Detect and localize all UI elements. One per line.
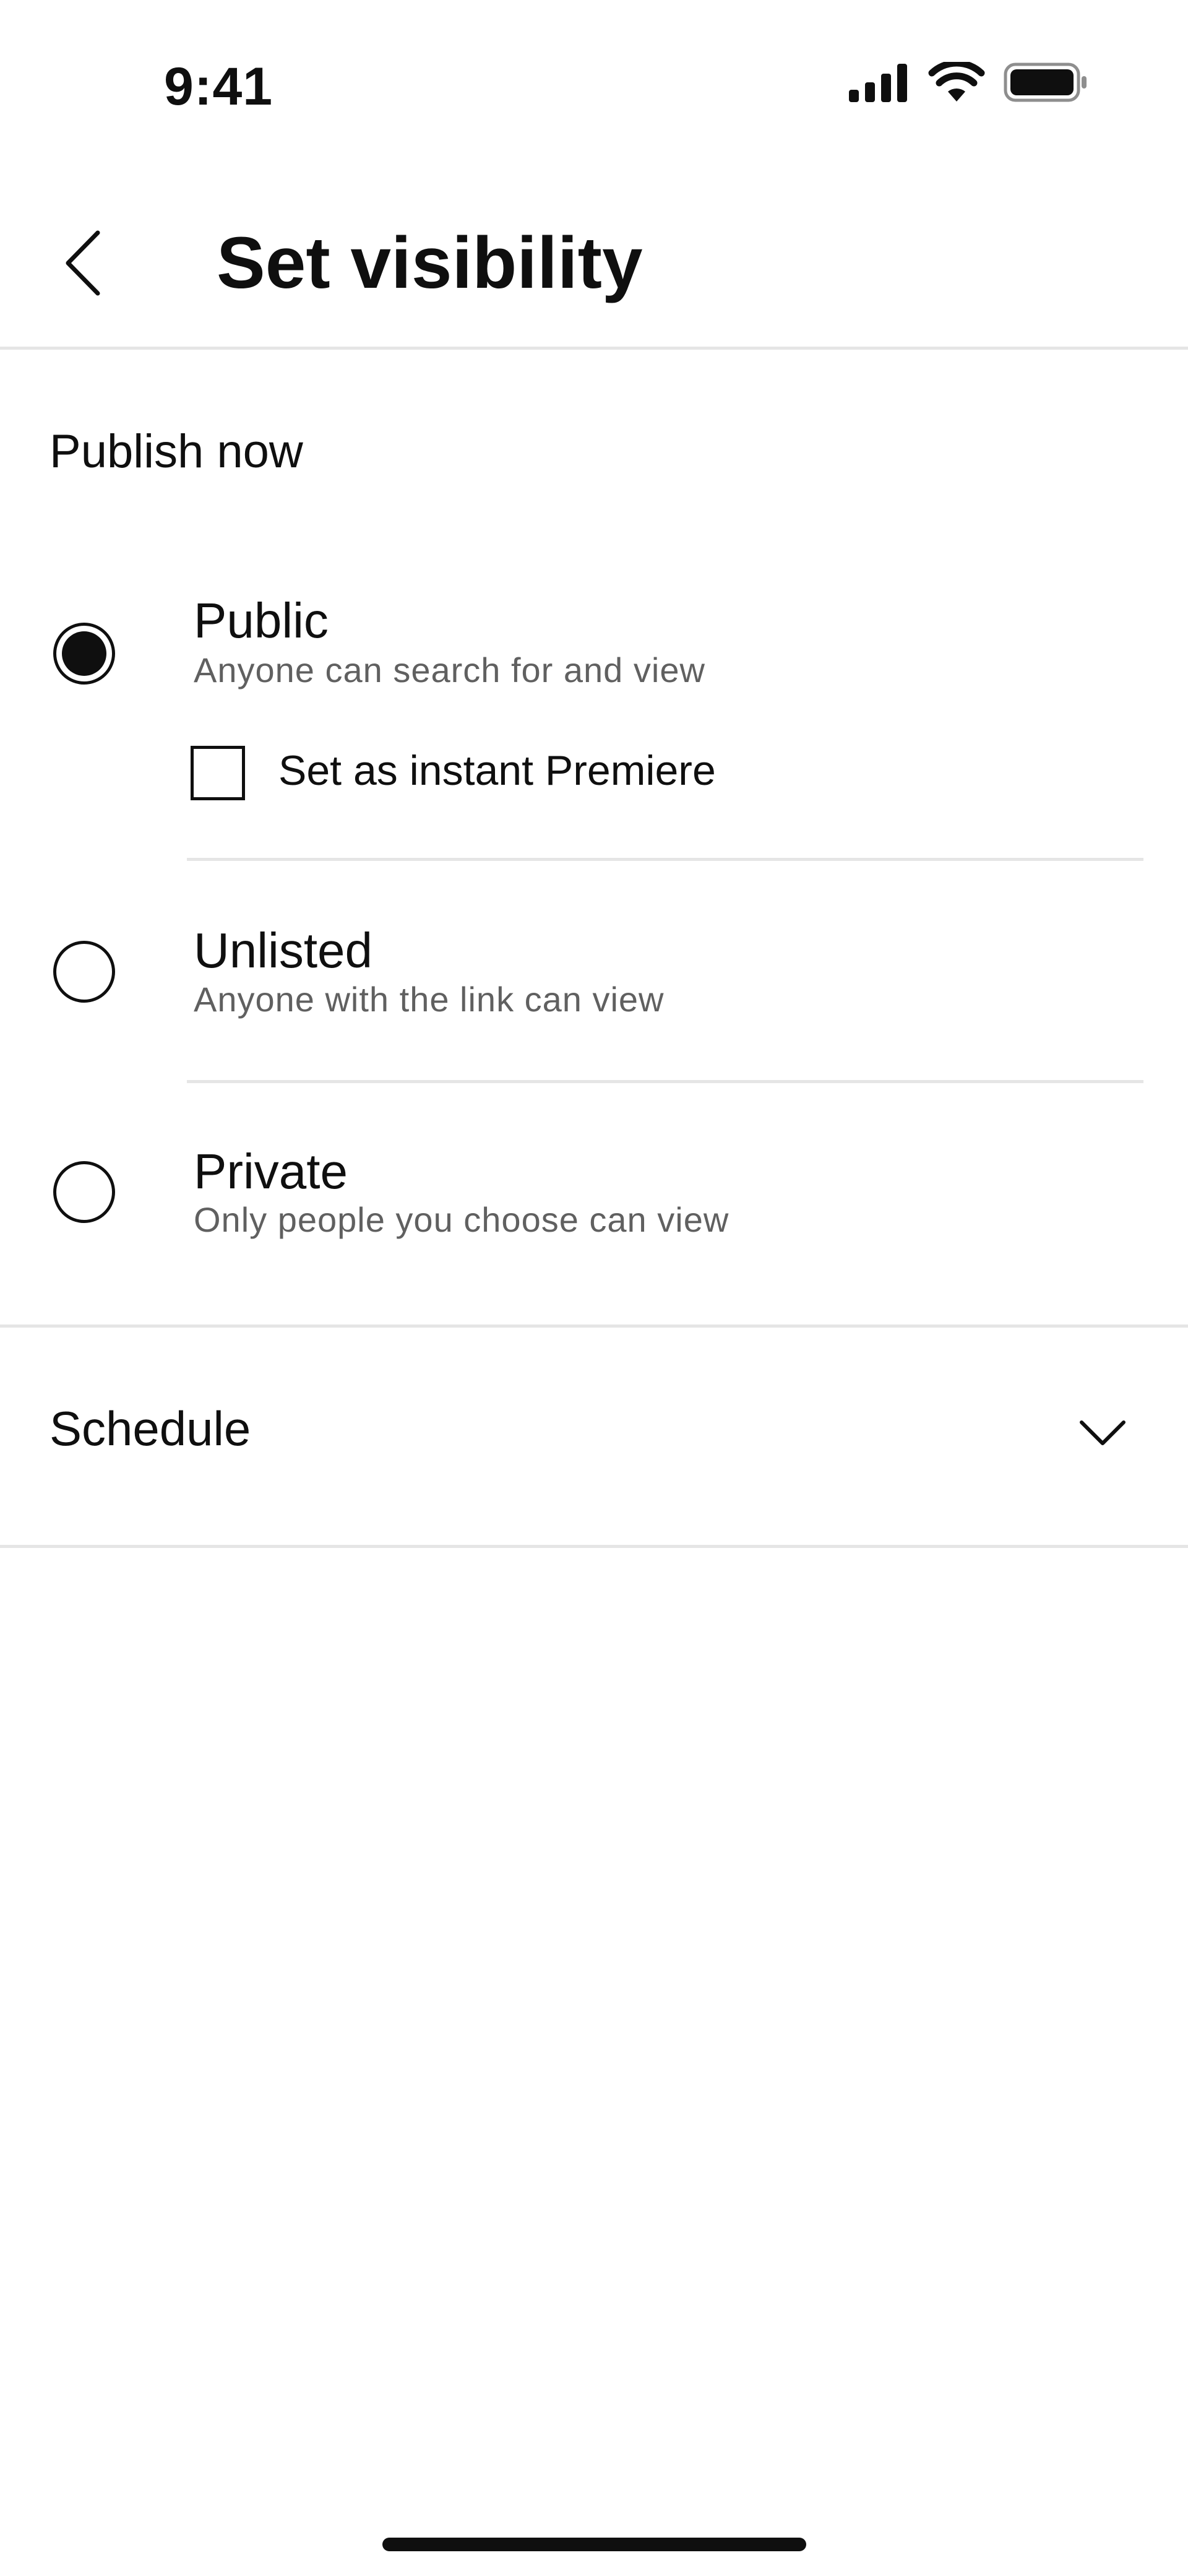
back-button[interactable] [50, 220, 118, 306]
battery-icon [1004, 63, 1087, 102]
option-divider [187, 858, 1143, 861]
schedule-label: Schedule [50, 1401, 251, 1456]
status-icons [848, 62, 1088, 103]
option-title-private: Private [194, 1144, 348, 1199]
wifi-icon [928, 62, 985, 102]
radio-private[interactable] [53, 1161, 115, 1223]
option-title-public: Public [194, 593, 329, 648]
cellular-signal-icon [849, 64, 907, 102]
home-indicator [382, 2538, 806, 2551]
option-divider [187, 1080, 1143, 1083]
option-desc-unlisted: Anyone with the link can view [194, 980, 665, 1019]
radio-unlisted[interactable] [53, 941, 115, 1003]
option-desc-private: Only people you choose can view [194, 1200, 730, 1239]
schedule-divider [0, 1545, 1188, 1548]
radio-selected-dot [62, 631, 106, 676]
publish-now-label: Publish now [50, 425, 303, 478]
section-divider [0, 1325, 1188, 1328]
premiere-checkbox-label[interactable]: Set as instant Premiere [278, 745, 716, 797]
page-title: Set visibility [217, 222, 643, 304]
option-title-unlisted: Unlisted [194, 923, 373, 978]
status-time: 9:41 [164, 57, 273, 116]
radio-public[interactable] [53, 623, 115, 685]
header-divider [0, 347, 1188, 350]
chevron-down-icon[interactable] [1078, 1417, 1127, 1448]
premiere-checkbox[interactable] [191, 746, 245, 800]
option-desc-public: Anyone can search for and view [194, 650, 705, 689]
back-chevron-icon [66, 230, 100, 296]
